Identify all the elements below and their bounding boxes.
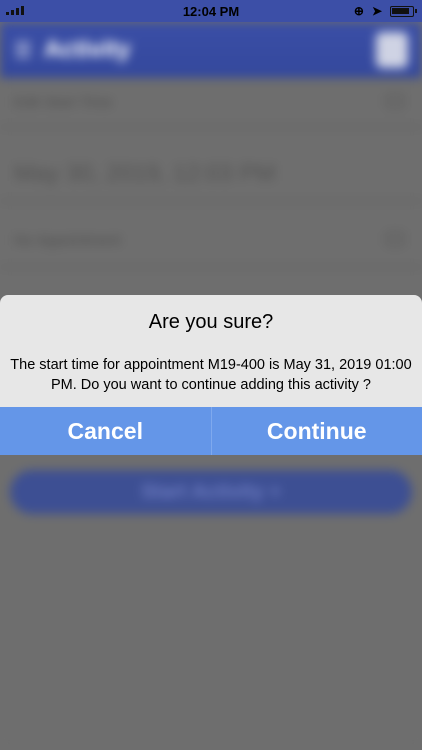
dialog-title: Are you sure? (148, 311, 274, 333)
screen: ☰ Activity Edit Start Time May 30, 2019,… (0, 0, 422, 750)
dialog-buttons: Cancel Continue (0, 407, 422, 455)
status-icons: ⊕ ➤ (353, 4, 417, 18)
orientation-lock-icon: ⊕ (353, 4, 364, 18)
start-time-value: May 30, 2019, 12:03 PM (14, 160, 276, 187)
cancel-button[interactable]: Cancel (0, 407, 211, 455)
location-icon: ➤ (371, 4, 382, 18)
start-activity-button[interactable]: Start Activity + (10, 470, 412, 514)
chevron-down-icon (386, 94, 404, 108)
signal-icon (6, 6, 24, 15)
confirm-dialog: Are you sure? The start time for appoint… (0, 295, 422, 455)
page-title: Activity (43, 36, 131, 63)
divider (0, 200, 422, 202)
divider (0, 126, 422, 128)
appointment-label: No Appointment (14, 232, 121, 249)
lock-icon[interactable] (376, 32, 408, 68)
menu-icon[interactable]: ☰ (14, 38, 32, 63)
appointment-select[interactable]: No Appointment (14, 232, 408, 249)
dialog-message: The start time for appointment M19-400 i… (10, 357, 412, 393)
status-time: 12:04 PM (182, 3, 240, 19)
continue-button[interactable]: Continue (212, 407, 422, 455)
status-bar: 12:04 PM ⊕ ➤ (0, 0, 422, 22)
divider (0, 266, 422, 268)
start-time-field[interactable]: May 30, 2019, 12:03 PM (14, 160, 408, 188)
chevron-down-icon (386, 232, 404, 246)
app-header: ☰ Activity (0, 22, 422, 78)
battery-icon (390, 5, 417, 17)
start-time-label: Edit Start Time (14, 94, 113, 111)
start-time-toggle[interactable]: Edit Start Time (14, 94, 408, 111)
